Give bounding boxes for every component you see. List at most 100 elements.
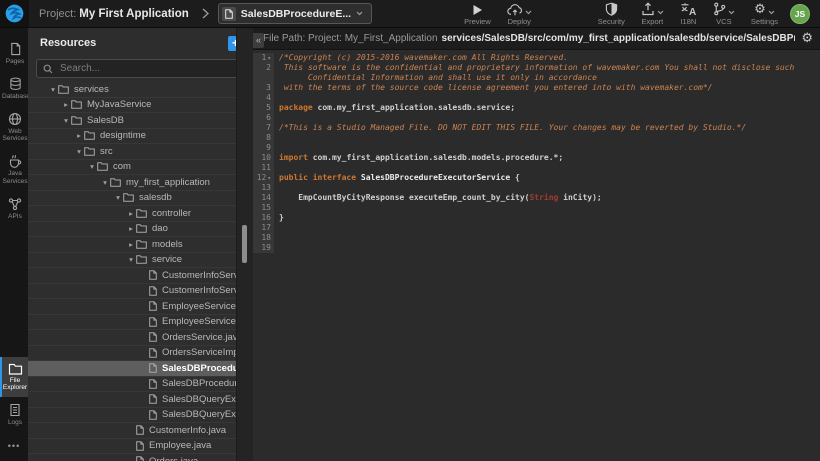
tree-expand-closed-icon[interactable]: ▸	[74, 132, 84, 140]
vcs-button[interactable]: VCS	[713, 2, 735, 26]
tree-folder-row[interactable]: ▾SalesDB	[28, 113, 236, 129]
sidebar-item-logs[interactable]: Logs	[0, 397, 28, 432]
preview-button[interactable]: Preview	[464, 2, 491, 26]
tree-expand-open-icon[interactable]: ▾	[61, 117, 71, 125]
i18n-button[interactable]: AI18N	[680, 2, 697, 26]
settings-label: Settings	[751, 17, 778, 26]
code-line: 17	[253, 223, 820, 233]
tree-expand-closed-icon[interactable]: ▸	[61, 101, 71, 109]
tree-file-row[interactable]: EmployeeService.java	[28, 299, 236, 315]
tree-folder-row[interactable]: ▸models	[28, 237, 236, 253]
line-number: 19	[253, 243, 274, 253]
tree-folder-row[interactable]: ▸MyJavaService	[28, 98, 236, 114]
sidebar-item-databases[interactable]: Databases	[0, 71, 28, 106]
code-text: EmpCountByCityResponse executeEmp_count_…	[274, 193, 602, 203]
tree-folder-row[interactable]: ▸designtime	[28, 129, 236, 145]
tree-folder-row[interactable]: ▸ dao	[28, 222, 236, 238]
more-menu-button[interactable]: •••	[0, 432, 28, 461]
tree-folder-row[interactable]: ▸ controller	[28, 206, 236, 222]
search-input[interactable]	[58, 62, 238, 75]
wavemaker-logo[interactable]	[0, 0, 29, 27]
tree-item-label: controller	[152, 208, 191, 219]
resources-title: Resources	[40, 37, 228, 49]
tree-item-label: SalesDBQueryExecutorServiceImpl.java	[162, 409, 236, 420]
tree-expand-open-icon[interactable]: ▾	[48, 86, 58, 94]
sidebar-item-file-explorer[interactable]: File Explorer	[0, 357, 28, 398]
line-number: 10	[253, 153, 274, 163]
file-icon	[149, 301, 157, 311]
tree-item-label: CustomerInfoService.java	[162, 270, 236, 281]
code-line: 1▾/*Copyright (c) 2015-2016 wavemaker.co…	[253, 53, 820, 63]
tree-file-row[interactable]: Orders.java	[28, 454, 236, 461]
sidebar-item-java-services[interactable]: Java Services	[0, 148, 28, 191]
fold-arrow-icon[interactable]: ▾	[267, 55, 271, 62]
deploy-button[interactable]: Deploy	[507, 2, 532, 26]
sidebar-item-label: Web Services	[2, 128, 28, 144]
tree-expand-closed-icon[interactable]: ▸	[126, 225, 136, 233]
settings-button[interactable]: ⚙Settings	[751, 2, 778, 26]
folder-icon	[71, 116, 82, 125]
sidebar-item-web-services[interactable]: Web Services	[0, 106, 28, 149]
sidebar-item-label: Logs	[2, 419, 28, 427]
collapse-panel-button[interactable]: «	[253, 33, 264, 48]
code-area[interactable]: 1▾/*Copyright (c) 2015-2016 wavemaker.co…	[253, 50, 820, 461]
tree-file-row[interactable]: SalesDBProcedureExecutorServiceImpl.java	[28, 377, 236, 393]
tree-folder-row[interactable]: ▾com	[28, 160, 236, 176]
export-icon	[641, 2, 655, 16]
databases-icon	[9, 77, 22, 91]
code-line: 8	[253, 133, 820, 143]
editor-settings-gear-icon[interactable]: ⚙	[801, 32, 813, 45]
code-text: package com.my_first_application.salesdb…	[274, 103, 515, 113]
search-icon	[43, 64, 53, 74]
sidebar-item-apis[interactable]: APIs	[0, 191, 28, 226]
tree-expand-open-icon[interactable]: ▾	[126, 256, 136, 264]
code-text	[274, 203, 279, 213]
folder-icon	[84, 131, 95, 140]
code-text: /*Copyright (c) 2015-2016 wavemaker.com …	[274, 53, 568, 63]
tree-file-row[interactable]: CustomerInfoServiceImpl.java	[28, 284, 236, 300]
chevron-down-icon	[356, 11, 363, 16]
security-label: Security	[598, 17, 625, 26]
tree-folder-row[interactable]: ▾src	[28, 144, 236, 160]
tree-file-row[interactable]: CustomerInfo.java	[28, 423, 236, 439]
tree-expand-open-icon[interactable]: ▾	[113, 194, 123, 202]
tree-item-label: dao	[152, 223, 168, 234]
folder-icon	[136, 255, 147, 264]
tree-file-row[interactable]: CustomerInfoService.java	[28, 268, 236, 284]
tree-expand-open-icon[interactable]: ▾	[74, 148, 84, 156]
pages-icon	[9, 42, 22, 56]
tree-expand-open-icon[interactable]: ▾	[100, 179, 110, 187]
sidebar-item-pages[interactable]: Pages	[0, 36, 28, 71]
file-icon	[149, 394, 157, 404]
tree-file-row[interactable]: SalesDBQueryExecutorService.java	[28, 392, 236, 408]
tree-file-row[interactable]: SalesDBQueryExecutorServiceImpl.java	[28, 408, 236, 424]
open-file-dropdown[interactable]: SalesDBProcedureE...	[218, 3, 372, 24]
apis-icon	[8, 197, 22, 211]
tree-file-row[interactable]: OrdersServiceImpl.java	[28, 346, 236, 362]
tree-folder-row[interactable]: ▾service	[28, 253, 236, 269]
tree-folder-row[interactable]: ▾services	[28, 82, 236, 98]
tree-file-row[interactable]: EmployeeServiceImpl.java	[28, 315, 236, 331]
export-button[interactable]: Export	[641, 2, 664, 26]
user-avatar[interactable]: JS	[790, 4, 810, 24]
tree-file-row[interactable]: SalesDBProcedureExecutorService.java	[28, 361, 236, 377]
code-line: 10import com.my_first_application.salesd…	[253, 153, 820, 163]
file-icon	[149, 410, 157, 420]
tree-scrollbar-thumb[interactable]	[242, 225, 247, 263]
tree-folder-row[interactable]: ▾my_first_application	[28, 175, 236, 191]
wavemaker-wave-icon	[5, 4, 24, 23]
tree-expand-closed-icon[interactable]: ▸	[126, 241, 136, 249]
code-line: Confidential Information and shall use i…	[253, 73, 820, 83]
line-number: 8	[253, 133, 274, 143]
fold-arrow-icon[interactable]: ▾	[267, 175, 271, 182]
line-number: 3	[253, 83, 274, 93]
tree-file-row[interactable]: OrdersService.java	[28, 330, 236, 346]
security-button[interactable]: Security	[598, 2, 625, 26]
top-bar: Project:My First Application SalesDBProc…	[0, 0, 820, 28]
tree-expand-closed-icon[interactable]: ▸	[126, 210, 136, 218]
tree-expand-open-icon[interactable]: ▾	[87, 163, 97, 171]
code-line: 5package com.my_first_application.salesd…	[253, 103, 820, 113]
tree-folder-row[interactable]: ▾salesdb	[28, 191, 236, 207]
code-line: 13	[253, 183, 820, 193]
tree-file-row[interactable]: Employee.java	[28, 439, 236, 455]
